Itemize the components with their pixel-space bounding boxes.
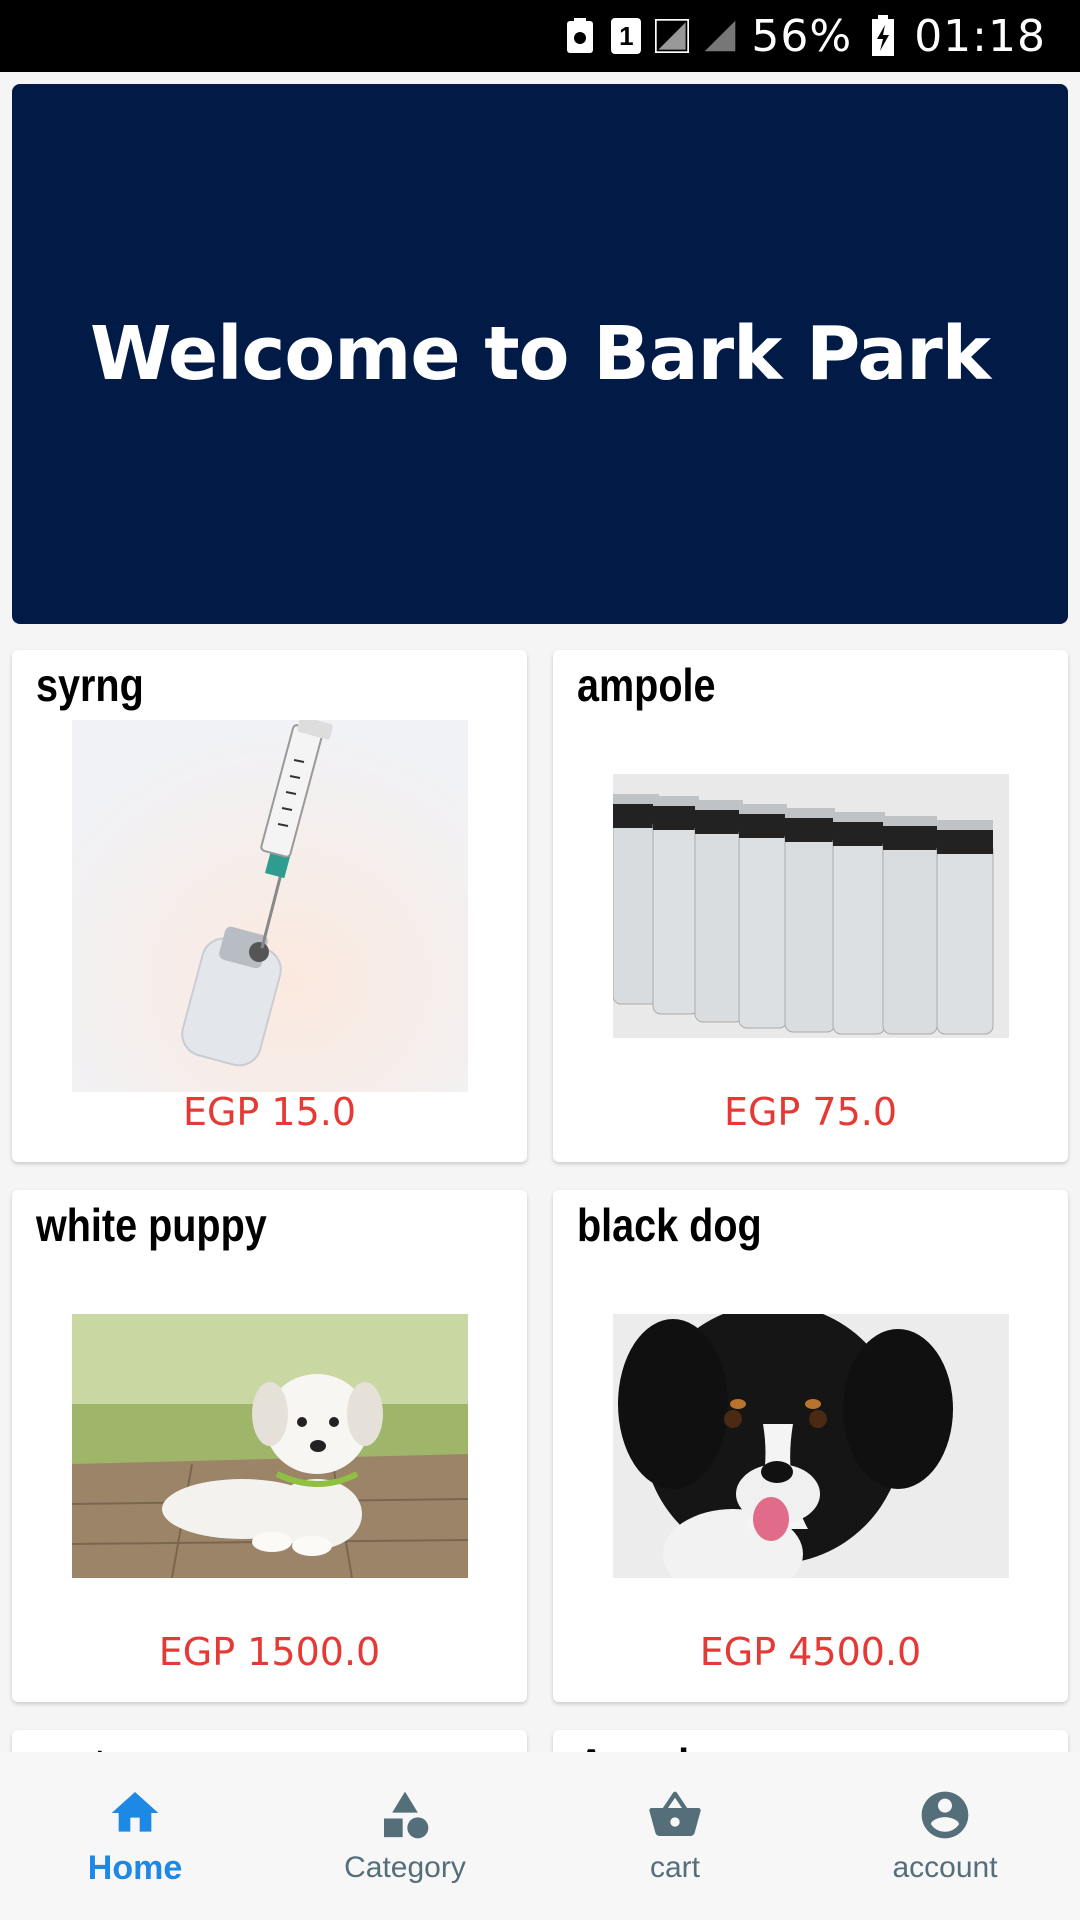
welcome-banner: Welcome to Bark Park [12,84,1068,624]
banner-title: Welcome to Bark Park [90,311,991,397]
product-name: white puppy [36,1199,267,1251]
nav-home[interactable]: Home [0,1752,270,1920]
notification-icon [563,15,597,57]
clock: 01:18 [914,10,1046,62]
category-icon [384,1791,429,1839]
product-card[interactable]: syrng EGP 15.0 [12,650,527,1162]
account-icon [921,1791,969,1839]
product-image-black-dog [613,1314,1009,1578]
product-image-white-puppy [72,1314,468,1578]
product-price: EGP 4500.0 [699,1630,922,1674]
battery-icon [866,15,900,57]
product-price: EGP 15.0 [182,1090,357,1134]
product-name: ampole [577,659,716,711]
product-image-vials [613,774,1009,1038]
cart-icon [649,1791,701,1836]
nav-home-label: Home [87,1848,183,1887]
nav-account-label: account [892,1851,998,1884]
status-bar: 1 56% 01:18 [0,0,1080,72]
product-card[interactable]: black dog EGP 4500.0 [553,1190,1068,1702]
battery-percent: 56% [751,10,853,62]
signal-icon [655,15,690,57]
nav-cart[interactable]: cart [540,1752,810,1920]
product-name: black dog [577,1199,762,1251]
product-price: EGP 1500.0 [158,1630,381,1674]
home-icon [111,1791,159,1832]
nav-cart-label: cart [649,1851,700,1884]
nav-category-label: Category [344,1851,466,1884]
product-name: syrng [36,659,144,711]
bottom-navigation: Home Category cart account [0,1752,1080,1920]
product-card[interactable]: white puppy EGP 1500.0 [12,1190,527,1702]
product-price: EGP 75.0 [723,1090,898,1134]
product-card[interactable]: ampole EGP 75.0 [553,650,1068,1162]
signal-strength-icon [703,15,737,57]
nav-account[interactable]: account [810,1752,1080,1920]
nav-category[interactable]: Category [270,1752,540,1920]
sim-icon: 1 [611,18,642,54]
product-image-syringe [72,720,468,1092]
